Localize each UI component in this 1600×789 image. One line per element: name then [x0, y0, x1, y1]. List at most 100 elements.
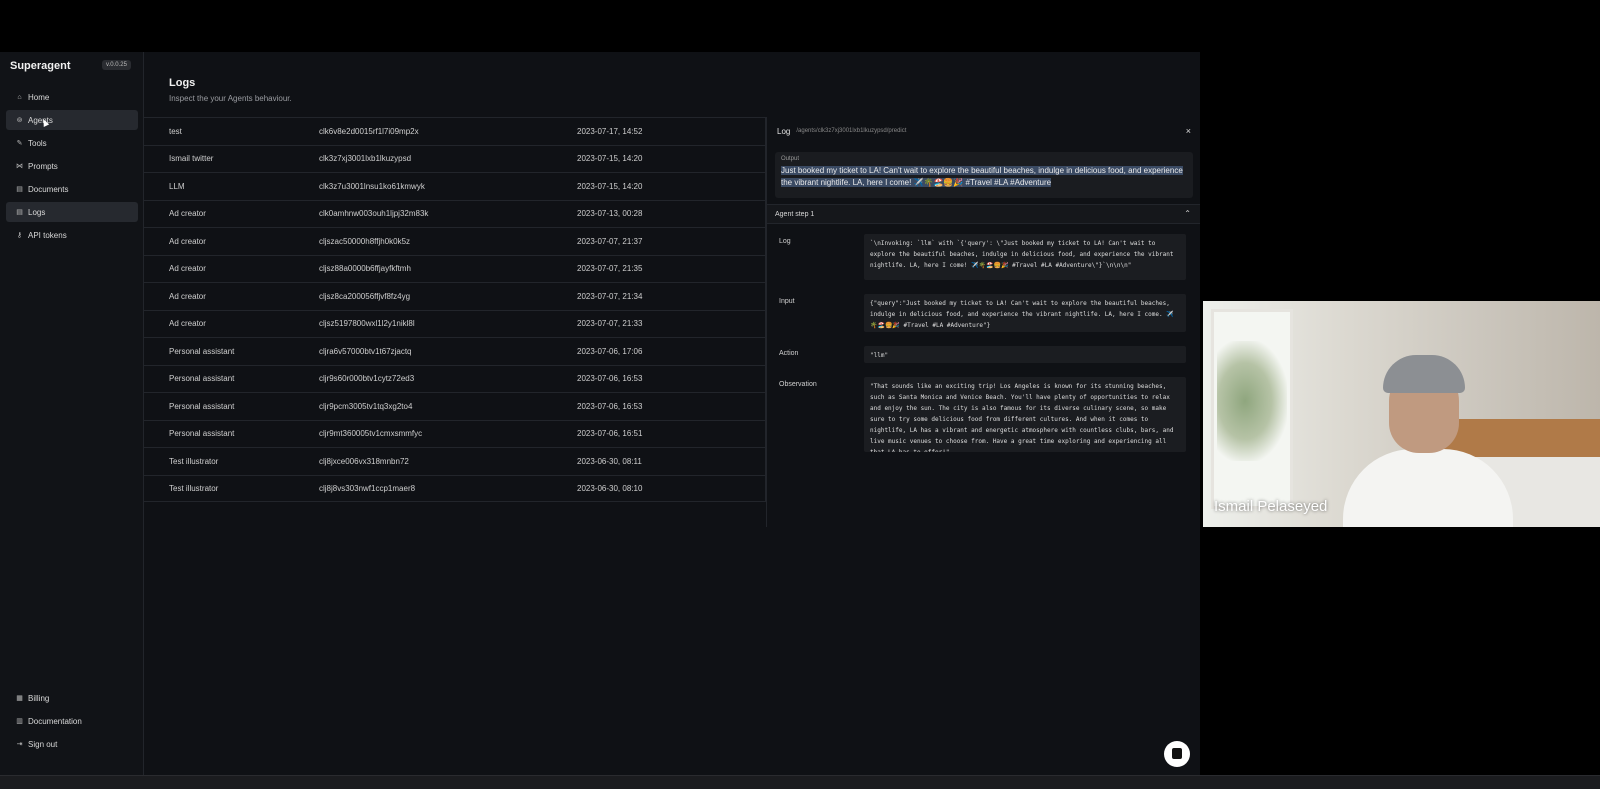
- home-icon: ⌂: [17, 93, 22, 101]
- table-row[interactable]: Ad creator clk0amhnw003ouh1ljpj32m83k 2023…: [144, 199, 765, 228]
- log-date: 2023-07-07, 21:34: [577, 291, 643, 301]
- log-agent-name: Ad creator: [169, 319, 206, 329]
- table-row[interactable]: Test illustrator clj8jxce006vx318mnbn72 20…: [144, 447, 765, 475]
- table-row[interactable]: LLM clk3z7u3001lnsu1ko61kmwyk 2023-07-15, …: [144, 172, 765, 200]
- log-id: clk6v8e2d0015rf1l7i09mp2x: [319, 126, 419, 136]
- table-row[interactable]: Personal assistant cljra6v57000btv1t67zja…: [144, 337, 765, 365]
- log-id: clk0amhnw003ouh1ljpj32m83k: [319, 209, 429, 219]
- log-id: cljsz5197800wxl1l2y1nikl8l: [319, 319, 415, 329]
- log-agent-name: Test illustrator: [169, 483, 219, 493]
- log-id: cljsz88a0000b6ffjayfkftmh: [319, 264, 411, 274]
- log-id: cljszac50000h8ffjh0k0k5z: [319, 236, 411, 246]
- table-row[interactable]: test clk6v8e2d0015rf1l7i09mp2x 2023-07-17,…: [144, 117, 765, 145]
- table-row[interactable]: Personal assistant cljr9mt360005tv1cmxsmm…: [144, 419, 765, 448]
- log-detail-title: Log: [777, 126, 791, 136]
- log-agent-name: Ad creator: [169, 291, 206, 301]
- log-agent-name: Ismail twitter: [169, 154, 214, 164]
- log-date: 2023-07-07, 21:37: [577, 236, 643, 246]
- page-subtitle: Inspect the your Agents behaviour.: [169, 94, 292, 103]
- log-id: clj8j8vs303nwf1ccp1maer8: [319, 483, 416, 493]
- table-row[interactable]: Test illustrator clj8j8vs303nwf1ccp1maer8…: [144, 474, 765, 502]
- log-id: clk3z7xj3001lxb1lkuzypsd: [319, 154, 412, 164]
- log-id: cljr9pcm3005tv1tq3xg2to4: [319, 401, 413, 411]
- sidebar-item-tools[interactable]: ✎ Tools: [6, 133, 138, 153]
- step-observation-code[interactable]: "That sounds like an exciting trip! Los …: [864, 377, 1186, 452]
- output-label: Output: [781, 156, 800, 162]
- presenter-cap: [1383, 355, 1465, 393]
- step-action-code[interactable]: "llm": [864, 346, 1186, 363]
- table-row[interactable]: Ad creator cljsz88a0000b6ffjayfkftmh 2023-…: [144, 254, 765, 283]
- output-box: Output Just booked my ticket to LA! Can'…: [775, 152, 1193, 198]
- log-id: cljr9s60r000btv1cytz72ed3: [319, 374, 415, 384]
- sidebar-item-api-tokens[interactable]: ⚷ API tokens: [6, 225, 138, 245]
- background-plants: [1217, 341, 1287, 461]
- log-agent-name: LLM: [169, 181, 185, 191]
- screen: Superagent v.0.0.25 ⌂ Home ⊚ Agents ✎ Tools…: [0, 0, 1600, 789]
- sidebar-item-label: Logs: [28, 207, 46, 217]
- sidebar-item-label: Documents: [28, 184, 69, 194]
- sidebar-item-label: Home: [28, 92, 50, 102]
- table-row[interactable]: Ismail twitter clk3z7xj3001lxb1lkuzypsd 20…: [144, 144, 765, 173]
- sidebar-item-billing[interactable]: ▦ Billing: [6, 688, 138, 708]
- table-row[interactable]: Ad creator cljsz8ca200056ffjvf8fz4yg 2023-…: [144, 282, 765, 310]
- log-date: 2023-07-15, 14:20: [577, 181, 643, 191]
- log-agent-name: Ad creator: [169, 264, 206, 274]
- sidebar-item-label: Billing: [28, 693, 50, 703]
- step-log-code[interactable]: `\nInvoking: `llm` with `{'query': \"Jus…: [864, 234, 1186, 280]
- sidebar-item-label: API tokens: [28, 230, 67, 240]
- table-row[interactable]: Ad creator cljszac50000h8ffjh0k0k5z 2023-0…: [144, 227, 765, 255]
- output-text[interactable]: Just booked my ticket to LA! Can't wait …: [781, 165, 1187, 189]
- sidebar-nav: ⌂ Home ⊚ Agents ✎ Tools ⋈ Prompts ▤ Documents…: [6, 87, 138, 248]
- log-id: clj8jxce006vx318mnbn72: [319, 456, 409, 466]
- sidebar-item-home[interactable]: ⌂ Home: [6, 87, 138, 107]
- agent-step-header[interactable]: Agent step 1 ⌃: [767, 204, 1200, 224]
- log-agent-name: Test illustrator: [169, 456, 219, 466]
- version-badge: v.0.0.25: [102, 60, 131, 70]
- sidebar-item-prompts[interactable]: ⋈ Prompts: [6, 156, 138, 176]
- chat-launcher-button[interactable]: [1164, 741, 1190, 767]
- close-icon[interactable]: ×: [1186, 126, 1191, 136]
- table-row[interactable]: Personal assistant cljr9s60r000btv1cytz72…: [144, 364, 765, 393]
- prompts-icon: ⋈: [16, 163, 23, 170]
- documents-icon: ▤: [16, 186, 23, 193]
- sidebar-item-documents[interactable]: ▤ Documents: [6, 179, 138, 199]
- sidebar-item-documentation[interactable]: ▥ Documentation: [6, 711, 138, 731]
- log-agent-name: Personal assistant: [169, 401, 235, 411]
- table-row[interactable]: Ad creator cljsz5197800wxl1l2y1nikl8l 2023…: [144, 309, 765, 338]
- log-date: 2023-07-07, 21:33: [577, 319, 643, 329]
- log-agent-name: test: [169, 126, 182, 136]
- key-icon: ⚷: [16, 232, 23, 239]
- step-label: Action: [779, 350, 799, 357]
- log-detail-panel: Log /agents/clk3z7xj3001lxb1lkuzypsd/pre…: [766, 117, 1200, 527]
- log-id: cljsz8ca200056ffjvf8fz4yg: [319, 291, 411, 301]
- sidebar-item-logs[interactable]: ▤ Logs: [6, 202, 138, 222]
- logs-table: test clk6v8e2d0015rf1l7i09mp2x 2023-07-17,…: [144, 117, 766, 502]
- log-id: cljra6v57000btv1t67zjactq: [319, 346, 412, 356]
- sign-out-icon: ⇥: [16, 741, 23, 748]
- superagent-app: Superagent v.0.0.25 ⌂ Home ⊚ Agents ✎ Tools…: [0, 52, 1200, 775]
- log-date: 2023-06-30, 08:10: [577, 483, 643, 493]
- brand-name: Superagent: [10, 60, 71, 72]
- log-endpoint-path: /agents/clk3z7xj3001lxb1lkuzypsd/predict: [796, 128, 907, 134]
- log-agent-name: Personal assistant: [169, 429, 235, 439]
- sidebar-item-label: Sign out: [28, 739, 58, 749]
- chevron-up-icon[interactable]: ⌃: [1184, 209, 1191, 218]
- log-date: 2023-07-17, 14:52: [577, 126, 643, 136]
- log-agent-name: Personal assistant: [169, 374, 235, 384]
- step-input-code[interactable]: {"query":"Just booked my ticket to LA! C…: [864, 294, 1186, 332]
- log-agent-name: Ad creator: [169, 209, 206, 219]
- agent-step-title: Agent step 1: [775, 210, 815, 218]
- chat-icon: [1172, 748, 1182, 759]
- sidebar-item-sign-out[interactable]: ⇥ Sign out: [6, 734, 138, 754]
- bottom-strip: [0, 775, 1600, 789]
- webcam-overlay: Ismail Pelaseyed: [1203, 301, 1600, 527]
- page-title: Logs: [169, 77, 196, 89]
- sidebar-item-agents[interactable]: ⊚ Agents: [6, 110, 138, 130]
- step-label: Log: [779, 238, 791, 245]
- log-detail-header: Log /agents/clk3z7xj3001lxb1lkuzypsd/pre…: [767, 117, 1200, 145]
- table-row[interactable]: Personal assistant cljr9pcm3005tv1tq3xg2t…: [144, 392, 765, 420]
- log-id: cljr9mt360005tv1cmxsmmfyc: [319, 429, 423, 439]
- tools-icon: ✎: [16, 140, 23, 147]
- billing-icon: ▦: [16, 695, 23, 702]
- step-label: Input: [779, 298, 795, 305]
